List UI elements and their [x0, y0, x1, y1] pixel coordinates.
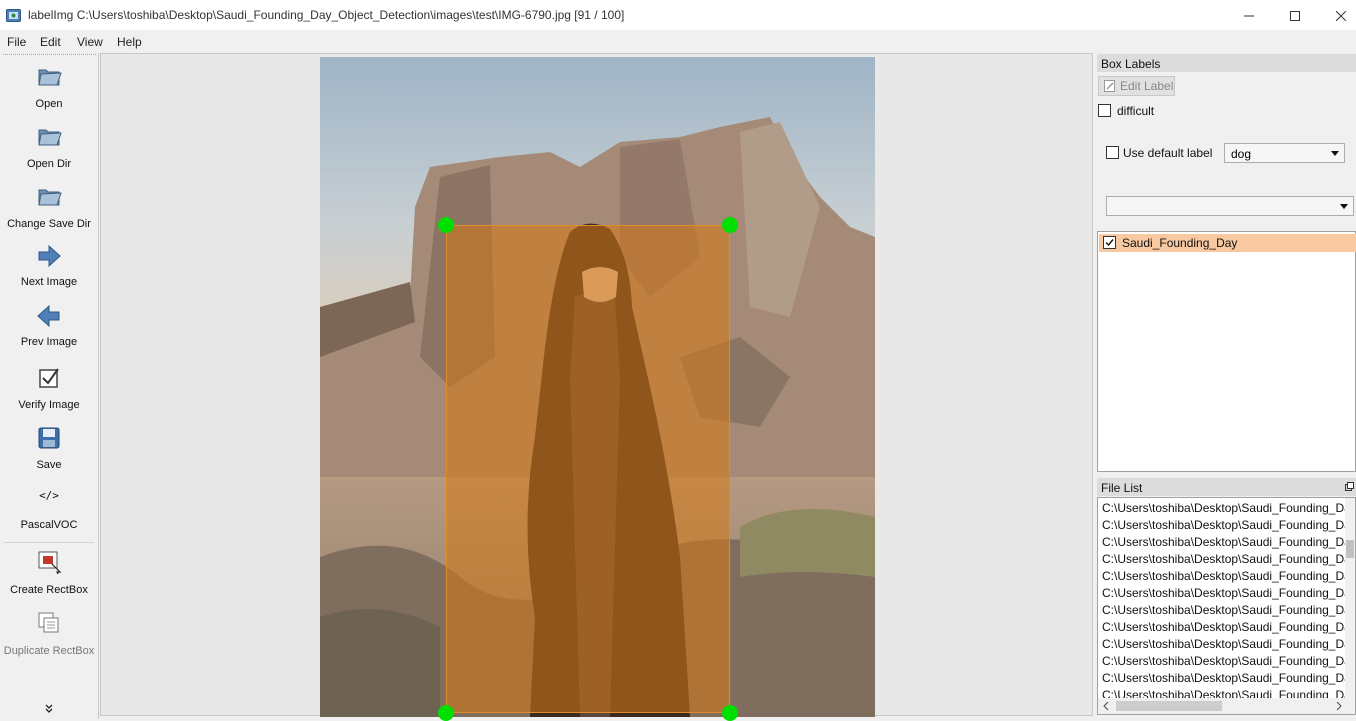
open-dir-button[interactable]: Open Dir [0, 123, 98, 181]
file-list-item[interactable]: C:\Users\toshiba\Desktop\Saudi_Founding_… [1102, 671, 1351, 685]
verify-image-label: Verify Image [18, 399, 80, 411]
prev-image-button[interactable]: Prev Image [0, 303, 98, 361]
menu-view[interactable]: View [77, 35, 103, 49]
toolbar-grip[interactable] [3, 54, 96, 57]
box-labels-dock: Box Labels Edit Label difficult Use defa… [1097, 54, 1356, 472]
label-text: Saudi_Founding_Day [1122, 236, 1238, 250]
image-canvas[interactable] [100, 53, 1093, 721]
bbox-handle-top-right[interactable] [722, 217, 738, 233]
horizontal-scroll-thumb[interactable] [1116, 701, 1222, 711]
scroll-right-arrow-icon[interactable] [1335, 702, 1343, 710]
duplicate-rectbox-label: Duplicate RectBox [3, 645, 95, 657]
default-label-value: dog [1231, 147, 1252, 161]
close-icon [1336, 10, 1346, 21]
toolbar-separator [4, 542, 94, 543]
file-list-item[interactable]: C:\Users\toshiba\Desktop\Saudi_Founding_… [1102, 637, 1351, 651]
window-title: labelImg C:\Users\toshiba\Desktop\Saudi_… [28, 8, 625, 22]
label-list: Saudi_Founding_Day [1097, 231, 1356, 472]
label-filter-select[interactable] [1106, 196, 1354, 216]
save-label: Save [36, 459, 62, 471]
create-rectbox-label: Create RectBox [10, 584, 88, 596]
verify-check-icon [39, 368, 59, 388]
difficult-checkbox[interactable] [1098, 104, 1111, 117]
create-rectbox-button[interactable]: Create RectBox [0, 549, 98, 607]
file-list-dock: File List C:\Users\toshiba\Desktop\Saudi… [1097, 478, 1356, 716]
next-image-label: Next Image [20, 276, 78, 288]
close-button[interactable] [1318, 0, 1356, 31]
prev-arrow-icon [37, 304, 60, 328]
minimize-button[interactable] [1226, 0, 1272, 31]
file-list-item[interactable]: C:\Users\toshiba\Desktop\Saudi_Founding_… [1102, 535, 1351, 549]
duplicate-rectbox-icon [38, 612, 59, 633]
bounding-box[interactable] [446, 225, 730, 713]
file-list-item[interactable]: C:\Users\toshiba\Desktop\Saudi_Founding_… [1102, 552, 1351, 566]
file-list-item[interactable]: C:\Users\toshiba\Desktop\Saudi_Founding_… [1102, 518, 1351, 532]
labelimg-app-icon [6, 9, 21, 22]
file-list-item[interactable]: C:\Users\toshiba\Desktop\Saudi_Founding_… [1102, 501, 1351, 515]
use-default-label-checkbox[interactable] [1106, 146, 1119, 159]
edit-label-text: Edit Label [1120, 79, 1174, 93]
file-list-item[interactable]: C:\Users\toshiba\Desktop\Saudi_Founding_… [1102, 586, 1351, 600]
file-list-horizontal-scrollbar[interactable] [1098, 698, 1355, 714]
verify-image-button[interactable]: Verify Image [0, 365, 98, 423]
left-toolbar: Open Open Dir Change Save Dir Next Image… [0, 53, 99, 719]
check-icon [1105, 239, 1114, 247]
menu-help[interactable]: Help [117, 35, 142, 49]
open-button[interactable]: Open [0, 63, 98, 121]
file-list-title: File List [1097, 478, 1356, 496]
menu-file[interactable]: File [7, 35, 26, 49]
bbox-handle-top-left[interactable] [438, 217, 454, 233]
next-arrow-icon [38, 244, 61, 268]
change-save-dir-label: Change Save Dir [7, 218, 91, 230]
dropdown-arrow-icon [1331, 151, 1339, 156]
file-list: C:\Users\toshiba\Desktop\Saudi_Founding_… [1097, 497, 1356, 715]
prev-image-label: Prev Image [20, 336, 78, 348]
edit-pencil-icon [1104, 80, 1115, 92]
default-label-select[interactable]: dog [1224, 143, 1345, 163]
label-list-item[interactable]: Saudi_Founding_Day [1099, 234, 1356, 252]
maximize-icon [1290, 10, 1300, 21]
open-folder-icon [38, 69, 62, 86]
open-dir-label: Open Dir [26, 158, 72, 170]
vertical-scroll-thumb[interactable] [1346, 540, 1354, 558]
open-dir-icon [38, 129, 62, 146]
dock-float-icon[interactable] [1345, 482, 1354, 491]
box-labels-title: Box Labels [1097, 54, 1356, 72]
title-bar: labelImg C:\Users\toshiba\Desktop\Saudi_… [0, 0, 1356, 31]
save-button[interactable]: Save [0, 425, 98, 483]
file-list-item[interactable]: C:\Users\toshiba\Desktop\Saudi_Founding_… [1102, 620, 1351, 634]
create-rectbox-icon [38, 551, 62, 575]
save-disk-icon [38, 427, 60, 449]
format-label: PascalVOC [20, 519, 78, 531]
duplicate-rectbox-button[interactable]: Duplicate RectBox [0, 610, 98, 668]
maximize-button[interactable] [1272, 0, 1318, 31]
change-save-dir-icon [38, 189, 62, 206]
file-list-item[interactable]: C:\Users\toshiba\Desktop\Saudi_Founding_… [1102, 603, 1351, 617]
edit-label-button[interactable]: Edit Label [1098, 76, 1175, 96]
file-list-vertical-scrollbar[interactable] [1345, 498, 1355, 700]
format-pascalvoc-button[interactable]: </> PascalVOC [0, 487, 98, 545]
open-label: Open [35, 98, 63, 110]
difficult-label: difficult [1117, 104, 1155, 118]
file-list-item[interactable]: C:\Users\toshiba\Desktop\Saudi_Founding_… [1102, 569, 1351, 583]
next-image-button[interactable]: Next Image [0, 243, 98, 301]
code-format-icon: </> [39, 489, 59, 502]
file-list-item[interactable]: C:\Users\toshiba\Desktop\Saudi_Founding_… [1102, 654, 1351, 668]
toolbar-more-chevron-icon[interactable] [43, 703, 55, 715]
dropdown-arrow-icon [1340, 204, 1348, 209]
use-default-label-text: Use default label [1123, 146, 1213, 160]
label-visible-checkbox[interactable] [1103, 236, 1116, 249]
change-save-dir-button[interactable]: Change Save Dir [0, 183, 98, 241]
scroll-left-arrow-icon[interactable] [1102, 702, 1110, 710]
menu-edit[interactable]: Edit [40, 35, 61, 49]
minimize-icon [1244, 15, 1254, 16]
menu-bar: File Edit View Help [0, 31, 1356, 52]
